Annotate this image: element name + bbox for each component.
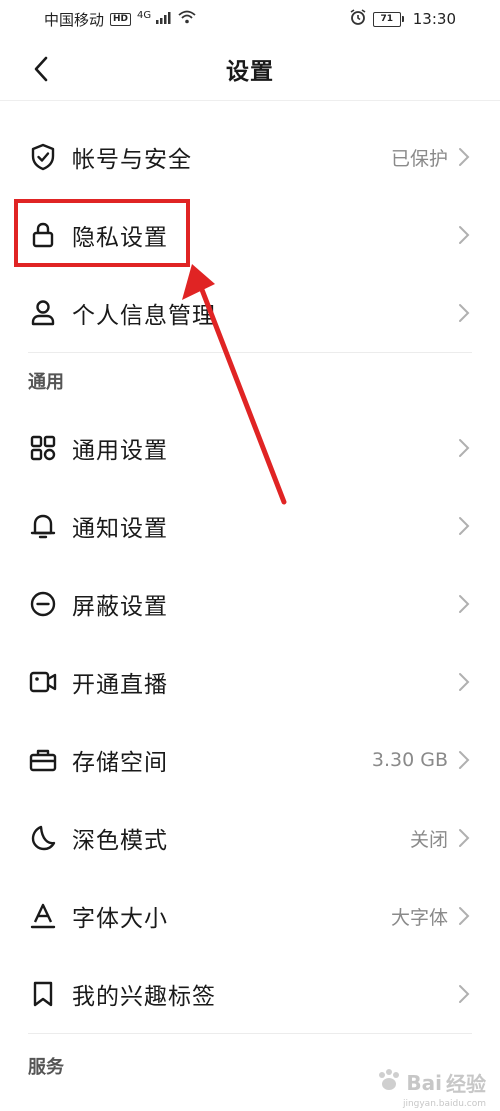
row-label: 我的兴趣标签 [72,984,216,1010]
network-type: 4G [137,10,152,21]
row-label: 屏蔽设置 [72,594,168,620]
signal-icon: 4G [137,10,172,28]
section-title-general: 通用 [28,372,64,393]
status-right: 71 13:30 [349,9,456,29]
lock-icon [28,220,58,250]
back-button[interactable] [26,54,56,84]
chevron-right-icon [456,828,472,848]
row-label: 通知设置 [72,516,168,542]
row-interest-tags[interactable]: 我的兴趣标签 [0,955,500,1033]
page-title: 设置 [226,59,274,85]
row-notification-settings[interactable]: 通知设置 [0,487,500,565]
bookmark-icon [28,979,58,1009]
storage-icon [28,745,58,775]
row-privacy-settings[interactable]: 隐私设置 [0,196,500,274]
row-label: 帐号与安全 [72,147,192,173]
row-general-settings[interactable]: 通用设置 [0,409,500,487]
moon-icon [28,823,58,853]
carrier-name: 中国移动 [44,10,105,29]
person-icon [28,298,58,328]
row-label: 开通直播 [72,672,168,698]
row-storage[interactable]: 存储空间 3.30 GB [0,721,500,799]
grid-icon [28,433,58,463]
row-label: 隐私设置 [72,225,168,251]
row-label: 存储空间 [72,750,168,776]
row-block-settings[interactable]: 屏蔽设置 [0,565,500,643]
row-label: 字体大小 [72,906,168,932]
alarm-icon [349,9,367,29]
row-personal-info[interactable]: 个人信息管理 [0,274,500,352]
font-size-icon [28,901,58,931]
chevron-right-icon [456,225,472,245]
watermark-brand: Bai [406,1070,442,1095]
status-bar: 中国移动 HD 4G 71 13:30 [0,0,500,38]
baidu-watermark: Bai 经验 jingyan.baidu.com [376,1068,486,1109]
row-label: 深色模式 [72,828,168,854]
chevron-right-icon [456,303,472,323]
video-camera-icon [28,667,58,697]
chevron-right-icon [456,750,472,770]
row-value: 关闭 [409,828,448,851]
chevron-right-icon [456,906,472,926]
chevron-right-icon [456,147,472,167]
wifi-icon [178,10,196,28]
row-label: 个人信息管理 [72,303,216,329]
battery-icon: 71 [372,11,404,27]
baidu-paw-icon [376,1068,402,1097]
row-value: 3.30 GB [371,749,448,771]
block-icon [28,589,58,619]
row-font-size[interactable]: 字体大小 大字体 [0,877,500,955]
header: 设置 [0,38,500,101]
row-account-security[interactable]: 帐号与安全 已保护 [0,118,500,196]
clock-time: 13:30 [412,10,456,28]
chevron-right-icon [456,438,472,458]
battery-level: 71 [380,14,394,24]
row-dark-mode[interactable]: 深色模式 关闭 [0,799,500,877]
chevron-right-icon [456,594,472,614]
chevron-right-icon [456,672,472,692]
hd-badge: HD [110,12,132,26]
row-value: 大字体 [390,906,448,929]
chevron-right-icon [456,516,472,536]
row-label: 通用设置 [72,438,168,464]
chevron-left-icon [34,56,48,82]
watermark-url: jingyan.baidu.com [402,1099,486,1109]
chevron-right-icon [456,984,472,1004]
settings-list: 帐号与安全 已保护 隐私设置 个人信息管理 通用 通用设置 通知设置 屏蔽设置 … [0,100,500,1098]
status-left: 中国移动 HD 4G [44,9,196,30]
bell-icon [28,511,58,541]
row-value: 已保护 [390,147,448,170]
watermark-brand-suffix: 经验 [446,1072,486,1096]
row-start-live[interactable]: 开通直播 [0,643,500,721]
shield-check-icon [28,142,58,172]
